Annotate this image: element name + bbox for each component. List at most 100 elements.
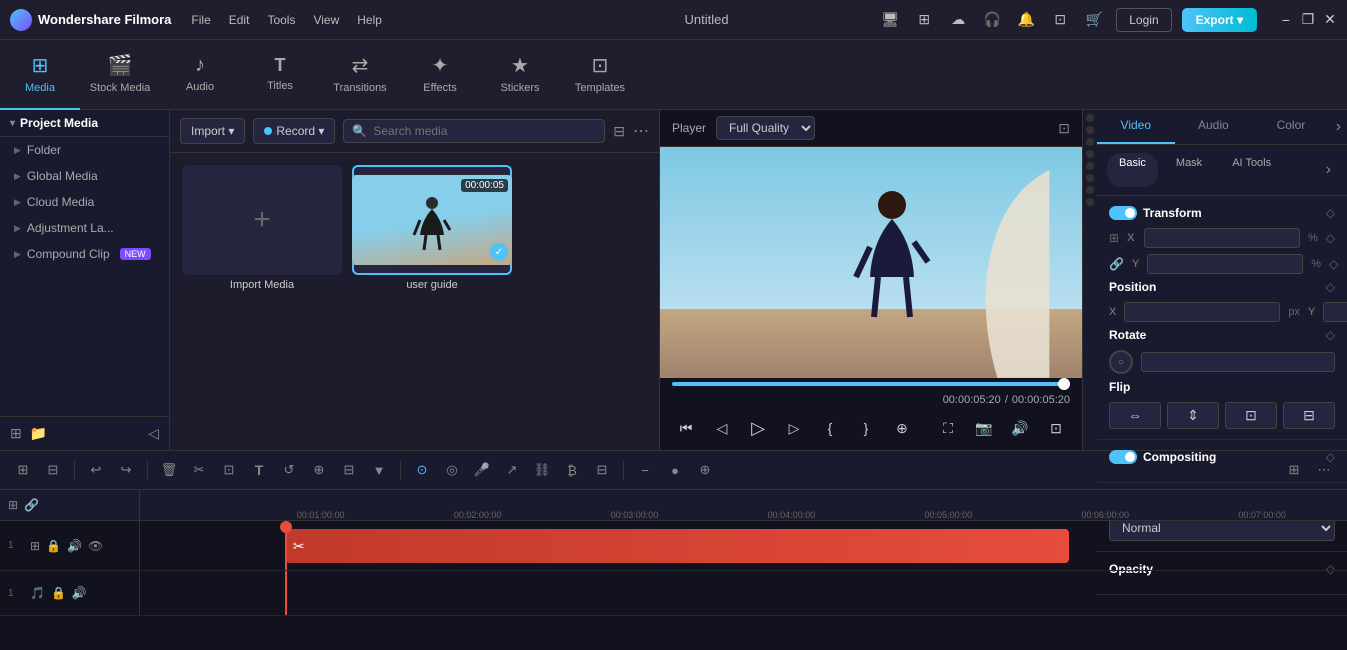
tl-link-btn[interactable]: ↗ [499,457,525,483]
tab-media[interactable]: ⊞ Media [0,40,80,110]
player-timeline[interactable] [660,378,1082,390]
eye-icon[interactable]: 👁 [88,539,103,553]
flip-option4[interactable]: ⊟ [1283,402,1335,429]
sidebar-item-global-media[interactable]: ▶ Global Media [0,163,169,189]
menu-tools[interactable]: Tools [267,13,295,27]
compositing-toggle[interactable] [1109,450,1137,464]
menu-help[interactable]: Help [357,13,382,27]
tl-undo-btn[interactable]: ↩ [83,457,109,483]
tl-zoom-in-btn[interactable]: ⊕ [306,457,332,483]
fullscreen-button[interactable]: ⛶ [934,414,962,442]
pos-x-input[interactable]: 0.00 [1124,302,1280,322]
audio-track-icon[interactable]: 🔊 [67,539,82,553]
subtab-mask[interactable]: Mask [1164,153,1214,187]
audio-lock-icon[interactable]: 🔒 [51,586,66,600]
sub-tabs-more-icon[interactable]: › [1320,153,1337,187]
tab-stickers[interactable]: ★ Stickers [480,40,560,110]
play-button[interactable]: ▷ [744,414,772,442]
tl-zoom-slider[interactable]: ● [662,457,688,483]
lock-track-icon[interactable]: 🔗 [24,498,39,512]
menu-edit[interactable]: Edit [229,13,250,27]
tl-grid-btn[interactable]: ⊞ [1281,457,1307,483]
sidebar-item-cloud-media[interactable]: ▶ Cloud Media [0,189,169,215]
tab-color[interactable]: Color [1252,110,1330,144]
login-button[interactable]: Login [1116,8,1171,32]
quality-select[interactable]: Full Quality [716,116,815,140]
icon-bell[interactable]: 🔔 [1014,8,1038,32]
tab-audio[interactable]: ♪ Audio [160,40,240,110]
more-tabs-icon[interactable]: › [1330,110,1347,144]
transform-toggle[interactable] [1109,206,1137,220]
player-settings-icon[interactable]: ⊡ [1058,120,1070,137]
restore-button[interactable]: ❐ [1301,13,1315,27]
rotate-circle[interactable]: ○ [1109,350,1133,374]
tab-video[interactable]: Video [1097,110,1175,144]
video-clip[interactable]: ✂ [285,529,1070,563]
step-fwd-button[interactable]: ▷ [780,414,808,442]
tl-magnet-btn[interactable]: ⊙ [409,457,435,483]
tl-more-btn[interactable]: ▼ [366,457,392,483]
menu-file[interactable]: File [191,13,210,27]
sidebar-item-adjustment[interactable]: ▶ Adjustment La... [0,215,169,241]
progress-bar[interactable] [672,382,1070,386]
menu-view[interactable]: View [313,13,339,27]
audio-track-body[interactable] [140,571,1347,615]
mark-in-button[interactable]: { [816,414,844,442]
scale-y-input[interactable]: 100.00 [1147,254,1303,274]
icon-headset[interactable]: 🎧 [980,8,1004,32]
tl-cut-btn[interactable]: ✂ [186,457,212,483]
search-bar[interactable]: 🔍 [343,119,605,143]
collapse-icon[interactable]: ▾ [10,118,15,129]
subtab-basic[interactable]: Basic [1107,153,1158,187]
close-button[interactable]: ✕ [1323,13,1337,27]
tl-redo-btn[interactable]: ↪ [113,457,139,483]
transform-keyframe-icon[interactable]: ◇ [1326,206,1335,220]
step-back-button[interactable]: ◁ [708,414,736,442]
search-input[interactable] [373,124,596,138]
icon-cloud[interactable]: ☁ [946,8,970,32]
minimize-button[interactable]: − [1279,13,1293,27]
tl-chain-btn[interactable]: ⛓ [529,457,555,483]
scale-x-keyframe[interactable]: ◇ [1326,231,1335,245]
more-controls-button[interactable]: ⊕ [888,414,916,442]
volume-button[interactable]: 🔊 [1006,414,1034,442]
tl-split-btn[interactable]: ⊟ [589,457,615,483]
import-button[interactable]: Import ▾ [180,118,245,144]
tab-titles[interactable]: T Titles [240,40,320,110]
tl-marker-btn[interactable]: ◎ [439,457,465,483]
pos-y-input[interactable]: 0.00 [1323,302,1347,322]
subtab-ai-tools[interactable]: AI Tools [1220,153,1283,187]
flip-vertical-button[interactable]: ⇕ [1167,402,1219,429]
audio-vol-icon[interactable]: 🔊 [72,586,87,600]
tl-rotate-btn[interactable]: ↺ [276,457,302,483]
tl-ripple-btn[interactable]: ⊟ [336,457,362,483]
mark-out-button[interactable]: } [852,414,880,442]
video-track-body[interactable]: ✂ [140,521,1347,570]
flip-option3[interactable]: ⊡ [1225,402,1277,429]
icon-grid[interactable]: ⊞ [912,8,936,32]
snapshot-button[interactable]: 📷 [970,414,998,442]
tl-select-btn[interactable]: ⊟ [40,457,66,483]
tab-stock-media[interactable]: 🎬 Stock Media [80,40,160,110]
lock-icon[interactable]: 🔒 [46,539,61,553]
tl-effect-btn[interactable]: ₿ [559,457,585,483]
tl-layout-btn[interactable]: ⊞ [10,457,36,483]
flip-horizontal-button[interactable]: ⇔ [1109,402,1161,429]
progress-thumb[interactable] [1058,378,1070,390]
icon-layout[interactable]: ⊡ [1048,8,1072,32]
tab-effects[interactable]: ✦ Effects [400,40,480,110]
sidebar-item-compound-clip[interactable]: ▶ Compound Clip NEW [0,241,169,267]
scale-y-keyframe[interactable]: ◇ [1329,257,1338,271]
pip-button[interactable]: ⊡ [1042,414,1070,442]
more-options-icon[interactable]: ⋯ [633,121,649,141]
icon-monitor[interactable]: 🖥 [878,8,902,32]
sidebar-item-folder[interactable]: ▶ Folder [0,137,169,163]
collapse-panel-icon[interactable]: ◁ [148,425,159,442]
tl-text-btn[interactable]: T [246,457,272,483]
new-folder-icon[interactable]: 📁 [30,425,47,442]
add-folder-icon[interactable]: ⊞ [10,425,22,442]
tab-templates[interactable]: ⊡ Templates [560,40,640,110]
tl-delete-btn[interactable]: 🗑 [156,457,182,483]
tab-audio[interactable]: Audio [1175,110,1253,144]
tl-crop-btn[interactable]: ⊡ [216,457,242,483]
